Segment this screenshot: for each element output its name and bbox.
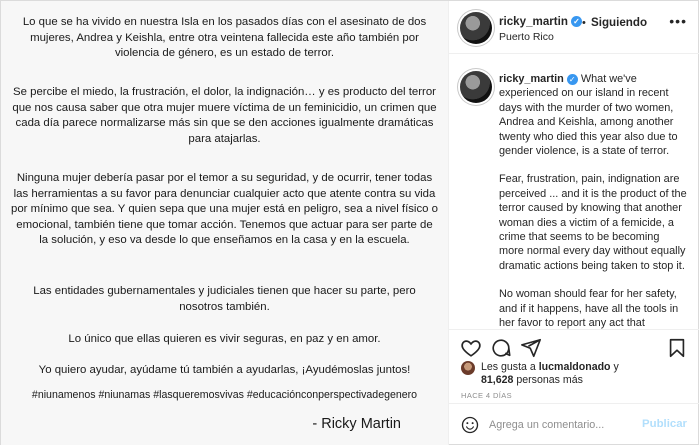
post-image[interactable]: Lo que se ha vivido en nuestra Isla en l… — [1, 1, 448, 445]
header-username[interactable]: ricky_martin ✓ — [499, 15, 582, 28]
more-options-icon[interactable]: ••• — [669, 13, 687, 29]
liker-username[interactable]: lucmaldonado — [539, 361, 611, 373]
caption-paragraph-3: No woman should fear for her safety, and… — [499, 288, 679, 330]
likes-others-label[interactable]: personas más — [513, 374, 583, 386]
comment-icon[interactable] — [490, 337, 512, 359]
bookmark-icon[interactable] — [666, 337, 688, 359]
comment-bar: Publicar — [449, 403, 699, 446]
likes-line-1: Les gusta a lucmaldonado y — [481, 361, 619, 374]
comment-input[interactable] — [489, 415, 649, 435]
caption-paragraph-2: Fear, frustration, pain, indignation are… — [499, 173, 687, 272]
image-paragraph-2: Se percibe el miedo, la frustración, el … — [12, 86, 437, 145]
verified-icon: ✓ — [570, 16, 582, 28]
caption-text-1: What we've experienced on our island in … — [499, 73, 678, 158]
avatar[interactable] — [460, 12, 492, 44]
image-paragraph-1: Lo que se ha vivido en nuestra Isla en l… — [22, 16, 427, 59]
image-paragraph-4: Las entidades gubernamentales y judicial… — [33, 285, 416, 313]
likes-count[interactable]: 81,628 — [481, 374, 513, 386]
post-header: ricky_martin ✓ • Siguiendo Puerto Rico ••… — [449, 1, 699, 54]
separator-dot: • — [582, 17, 586, 29]
action-bar — [449, 329, 699, 363]
caption-avatar[interactable] — [460, 71, 492, 103]
username-text[interactable]: ricky_martin — [499, 15, 568, 28]
publish-button[interactable]: Publicar — [642, 418, 687, 430]
liker-avatar[interactable] — [461, 361, 475, 375]
following-button[interactable]: Siguiendo — [591, 16, 647, 29]
likes-line-2[interactable]: 81,628 personas más — [481, 374, 583, 387]
heart-icon[interactable] — [460, 337, 482, 359]
image-signature: - Ricky Martin — [312, 416, 401, 432]
location-link[interactable]: Puerto Rico — [499, 31, 554, 43]
image-paragraph-3: Ninguna mujer debería pasar por el temor… — [11, 172, 438, 246]
image-paragraph-5: Lo único que ellas quieren es vivir segu… — [68, 333, 381, 345]
likes-conjunction: y — [610, 361, 619, 373]
verified-icon: ✓ — [566, 73, 578, 85]
post-timestamp[interactable]: Hace 4 días — [461, 391, 512, 400]
caption-username[interactable]: ricky_martin — [499, 73, 564, 85]
share-icon[interactable] — [520, 337, 542, 359]
caption: ricky_martin ✓ What we've experienced on … — [499, 72, 687, 330]
post-side-panel: ricky_martin ✓ • Siguiendo Puerto Rico ••… — [448, 1, 699, 445]
image-paragraph-6: Yo quiero ayudar, ayúdame tú también a a… — [38, 364, 411, 376]
image-hashtags: #niunamenos #niunamas #lasqueremosvivas … — [31, 389, 418, 401]
likes-prefix: Les gusta a — [481, 361, 539, 373]
emoji-icon[interactable] — [461, 416, 479, 434]
caption-paragraph-1: ricky_martin ✓ What we've experienced on … — [499, 72, 687, 158]
